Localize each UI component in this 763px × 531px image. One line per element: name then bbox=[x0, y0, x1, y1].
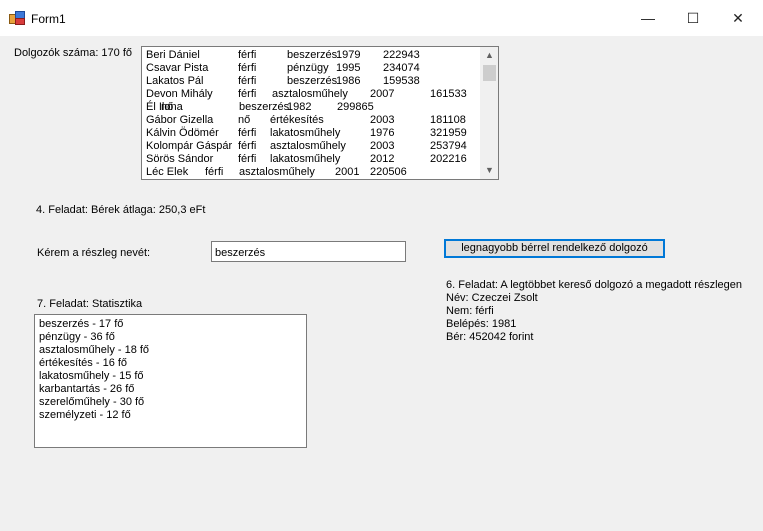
employee-department: beszerzés bbox=[287, 49, 338, 61]
employee-year: 2003 bbox=[370, 140, 395, 152]
title-bar: Form1 — ☐ ✕ bbox=[0, 0, 763, 36]
employee-name: Sörös Sándor bbox=[146, 153, 214, 165]
task6-title: 6. Feladat: A legtöbbet kereső dolgozó a… bbox=[446, 279, 742, 291]
employee-salary: 202216 bbox=[430, 153, 467, 165]
employee-department: asztalosműhely bbox=[270, 140, 346, 152]
minimize-button[interactable]: — bbox=[625, 0, 671, 36]
employee-name: Beri Dániel bbox=[146, 49, 200, 61]
employee-gender: nő bbox=[161, 101, 174, 113]
employee-list-item[interactable]: Lakatos Pál férfi beszerzés 1986 159538 bbox=[142, 75, 482, 88]
employee-name: Lakatos Pál bbox=[146, 75, 204, 87]
employee-year: 1986 bbox=[336, 75, 361, 87]
employee-list-scrollbar[interactable]: ▲ ▼ bbox=[480, 47, 498, 179]
employee-list-item[interactable]: Gábor Gizella nő értékesítés 2003 181108 bbox=[142, 114, 482, 127]
employee-year: 1995 bbox=[336, 62, 361, 74]
employee-year: 2007 bbox=[370, 88, 395, 100]
statistics-textbox[interactable]: beszerzés - 17 fő pénzügy - 36 fő asztalos… bbox=[34, 314, 307, 448]
employee-year: 1979 bbox=[336, 49, 361, 61]
form-app-icon bbox=[9, 11, 25, 25]
employee-salary: 161533 bbox=[430, 88, 467, 100]
employee-department: asztalosműhely bbox=[272, 88, 348, 100]
employee-list-item[interactable]: Devon Mihály férfi asztalosműhely 2007 16153… bbox=[142, 88, 482, 101]
employee-name: Csavar Pista bbox=[146, 62, 209, 74]
employee-department: értékesítés bbox=[270, 114, 324, 126]
highest-salary-button[interactable]: legnagyobb bérrel rendelkező dolgozó bbox=[444, 239, 665, 258]
task6-gender: Nem: férfi bbox=[446, 305, 494, 317]
employee-list-item[interactable]: Léc Elek férfi asztalosműhely 2001 220506 bbox=[142, 166, 482, 179]
employee-gender: férfi bbox=[238, 49, 257, 61]
employee-gender: férfi bbox=[238, 75, 257, 87]
employee-year: 2001 bbox=[335, 166, 360, 178]
statistics-line: szerelőműhely - 30 fő bbox=[39, 396, 145, 408]
scroll-up-icon[interactable]: ▲ bbox=[481, 47, 498, 64]
employee-list-item[interactable]: Kolompár Gáspár férfi asztalosműhely 2003 25… bbox=[142, 140, 482, 153]
window-title: Form1 bbox=[31, 12, 66, 26]
employee-department: asztalosműhely bbox=[239, 166, 315, 178]
employee-department: lakatosműhely bbox=[270, 127, 341, 139]
task6-entry-year: Belépés: 1981 bbox=[446, 318, 517, 330]
department-input[interactable] bbox=[211, 241, 406, 262]
department-prompt-label: Kérem a részleg nevét: bbox=[37, 247, 151, 259]
employee-salary: 253794 bbox=[430, 140, 467, 152]
statistics-line: lakatosműhely - 15 fő bbox=[39, 370, 144, 382]
employee-list-item[interactable]: Él Ilona nő beszerzés 1982 299865 bbox=[142, 101, 482, 114]
employee-name: Kálvin Ödömér bbox=[146, 127, 219, 139]
maximize-icon: ☐ bbox=[686, 9, 700, 26]
employee-salary: 220506 bbox=[370, 166, 407, 178]
employee-list-item[interactable]: Beri Dániel férfi beszerzés 1979 222943 bbox=[142, 49, 482, 62]
scroll-down-icon[interactable]: ▼ bbox=[481, 162, 498, 179]
employee-salary: 234074 bbox=[383, 62, 420, 74]
employee-gender: férfi bbox=[238, 153, 257, 165]
employee-salary: 222943 bbox=[383, 49, 420, 61]
employee-name: Devon Mihály bbox=[146, 88, 213, 100]
employee-count-label: Dolgozók száma: 170 fő bbox=[14, 47, 133, 59]
employee-gender: nő bbox=[238, 114, 251, 126]
statistics-line: asztalosműhely - 18 fő bbox=[39, 344, 150, 356]
task4-average-salary-label: 4. Feladat: Bérek átlaga: 250,3 eFt bbox=[36, 204, 206, 216]
employee-gender: férfi bbox=[238, 88, 257, 100]
employee-salary: 159538 bbox=[383, 75, 420, 87]
employee-listbox[interactable]: ▲ ▼ Beri Dániel férfi beszerzés 1979 222943 C… bbox=[141, 46, 499, 180]
statistics-line: értékesítés - 16 fő bbox=[39, 357, 128, 369]
employee-salary: 181108 bbox=[430, 114, 466, 126]
statistics-line: beszerzés - 17 fő bbox=[39, 318, 124, 330]
close-button[interactable]: ✕ bbox=[715, 0, 761, 36]
task6-name: Név: Czeczei Zsolt bbox=[446, 292, 538, 304]
employee-list-item[interactable]: Sörös Sándor férfi lakatosműhely 2012 202216 bbox=[142, 153, 482, 166]
task7-statistics-label: 7. Feladat: Statisztika bbox=[37, 298, 143, 310]
employee-list-item[interactable]: Kálvin Ödömér férfi lakatosműhely 1976 32195… bbox=[142, 127, 482, 140]
employee-year: 1982 bbox=[287, 101, 312, 113]
employee-gender: férfi bbox=[238, 140, 257, 152]
employee-gender: férfi bbox=[238, 62, 257, 74]
employee-name: Kolompár Gáspár bbox=[146, 140, 233, 152]
employee-name: Gábor Gizella bbox=[146, 114, 214, 126]
employee-salary: 321959 bbox=[430, 127, 467, 139]
employee-gender: férfi bbox=[205, 166, 224, 178]
employee-list-item[interactable]: Csavar Pista férfi pénzügy 1995 234074 bbox=[142, 62, 482, 75]
employee-year: 2012 bbox=[370, 153, 395, 165]
scroll-thumb[interactable] bbox=[483, 65, 496, 81]
employee-department: beszerzés bbox=[239, 101, 290, 113]
employee-department: pénzügy bbox=[287, 62, 329, 74]
employee-salary: 299865 bbox=[337, 101, 374, 113]
statistics-line: személyzeti - 12 fő bbox=[39, 409, 131, 421]
employee-year: 2003 bbox=[370, 114, 395, 126]
minimize-icon: — bbox=[641, 10, 655, 26]
employee-name: Léc Elek bbox=[146, 166, 189, 178]
maximize-button[interactable]: ☐ bbox=[670, 0, 716, 36]
employee-gender: férfi bbox=[238, 127, 257, 139]
employee-year: 1976 bbox=[370, 127, 395, 139]
task6-salary: Bér: 452042 forint bbox=[446, 331, 534, 343]
employee-department: beszerzés bbox=[287, 75, 338, 87]
employee-department: lakatosműhely bbox=[270, 153, 341, 165]
statistics-line: pénzügy - 36 fő bbox=[39, 331, 115, 343]
close-icon: ✕ bbox=[732, 9, 744, 26]
statistics-line: karbantartás - 26 fő bbox=[39, 383, 135, 395]
